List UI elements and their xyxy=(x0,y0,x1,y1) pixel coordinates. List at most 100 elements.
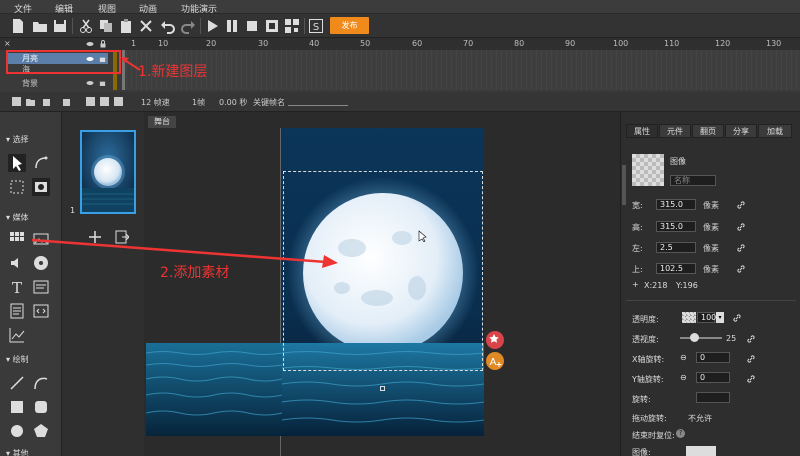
undo-icon[interactable] xyxy=(160,18,176,34)
ruler-tick: 120 xyxy=(715,39,731,48)
drag-rotation-value[interactable]: 不允许 xyxy=(688,413,712,424)
rounded-rect-tool-icon[interactable] xyxy=(32,398,50,416)
link-icon[interactable] xyxy=(736,222,746,232)
visibility-icon[interactable] xyxy=(86,80,94,86)
link-icon[interactable] xyxy=(732,313,742,323)
rectangle-tool-icon[interactable] xyxy=(8,398,26,416)
copy-icon[interactable] xyxy=(98,18,114,34)
text-plus-icon: A xyxy=(490,357,502,368)
opacity-dropdown-chevron[interactable]: ▾ xyxy=(716,312,724,323)
lock-icon[interactable] xyxy=(99,79,106,86)
frame-label: 1帧 xyxy=(192,98,206,107)
ruler-tick: 90 xyxy=(565,39,576,48)
tab-share[interactable]: 分享 xyxy=(725,124,757,138)
image-edit-button[interactable] xyxy=(686,446,716,456)
ruler-tick: 50 xyxy=(360,39,371,48)
code-tool-icon[interactable] xyxy=(32,302,50,320)
ruler-tick: 130 xyxy=(766,39,782,48)
note-tool-icon[interactable] xyxy=(8,302,26,320)
help-icon[interactable]: ? xyxy=(676,429,685,438)
image-label: 图像: xyxy=(632,448,651,456)
link-icon[interactable] xyxy=(746,354,756,364)
play-icon[interactable] xyxy=(204,18,220,34)
open-folder-icon[interactable] xyxy=(32,18,48,34)
selection-box[interactable] xyxy=(283,171,483,371)
link-icon[interactable] xyxy=(746,334,756,344)
stop-icon[interactable] xyxy=(244,18,260,34)
scrollbar-thumb[interactable] xyxy=(622,165,626,205)
link-icon[interactable] xyxy=(736,264,746,274)
audio-tool-icon[interactable] xyxy=(8,254,26,272)
line-tool-icon[interactable] xyxy=(8,374,26,392)
pause-icon[interactable] xyxy=(224,18,240,34)
tab-properties[interactable]: 属性 xyxy=(626,124,658,138)
new-file-icon[interactable] xyxy=(10,18,26,34)
opacity-input[interactable]: 100 xyxy=(697,312,716,323)
lock-icon[interactable] xyxy=(99,40,107,48)
page-thumbnail[interactable] xyxy=(80,130,136,214)
grid-tool-icon[interactable] xyxy=(8,230,26,248)
tab-symbols[interactable]: 元件 xyxy=(659,124,691,138)
timeline-statusbar: 12 帧速 1帧 0.00 秒 关键帧名 xyxy=(0,92,800,112)
subselect-tool-icon[interactable] xyxy=(32,154,50,172)
pointer-tool-icon[interactable] xyxy=(8,154,26,172)
ruler-tick: 60 xyxy=(412,39,423,48)
crop-tool-icon[interactable] xyxy=(32,178,50,196)
delete-layer-icon[interactable] xyxy=(62,97,71,106)
add-effect-button[interactable] xyxy=(486,331,504,349)
timeline-ruler[interactable]: 1 10 20 30 40 50 60 70 80 90 100 110 120… xyxy=(122,38,800,50)
rotation-input[interactable] xyxy=(696,392,730,403)
visibility-icon[interactable] xyxy=(86,40,94,48)
top-input[interactable]: 102.5 xyxy=(656,263,696,274)
ellipse-tool-icon[interactable] xyxy=(8,422,26,440)
coord-x-readout: X:218 xyxy=(644,281,668,290)
delete-icon[interactable] xyxy=(138,18,154,34)
link-icon[interactable] xyxy=(746,374,756,384)
y-rotation-input[interactable]: 0 xyxy=(696,372,730,383)
tab-loading[interactable]: 加载 xyxy=(758,124,792,138)
redo-icon[interactable] xyxy=(180,18,196,34)
sea-image-offstage[interactable] xyxy=(146,343,282,436)
width-input[interactable]: 315.0 xyxy=(656,199,696,210)
toolbar: S 发布 xyxy=(0,14,800,38)
timeline-frames[interactable] xyxy=(122,50,800,90)
tab-pageflip[interactable]: 翻页 xyxy=(692,124,724,138)
folder-layer-icon[interactable] xyxy=(26,97,35,106)
curve-tool-icon[interactable] xyxy=(32,374,50,392)
keyframe-icon[interactable] xyxy=(100,97,109,106)
trash-icon[interactable] xyxy=(42,97,51,106)
svg-text:A: A xyxy=(490,357,497,368)
film-icon[interactable] xyxy=(264,18,280,34)
polygon-tool-icon[interactable] xyxy=(32,422,50,440)
keyframe-name-input[interactable] xyxy=(288,105,348,106)
chart-tool-icon[interactable] xyxy=(8,326,26,344)
height-input[interactable]: 315.0 xyxy=(656,221,696,232)
transform-tool-icon[interactable] xyxy=(8,178,26,196)
preview-icon[interactable]: S xyxy=(308,18,324,34)
paste-icon[interactable] xyxy=(118,18,134,34)
link-icon[interactable] xyxy=(736,243,746,253)
add-action-button[interactable]: A xyxy=(486,352,504,370)
text-tool-icon[interactable]: T xyxy=(8,278,26,296)
frame-icon[interactable] xyxy=(86,97,95,106)
blank-keyframe-icon[interactable] xyxy=(114,97,123,106)
depth-slider-thumb[interactable] xyxy=(690,333,699,342)
keyframe-name-label: 关键帧名 xyxy=(253,98,285,107)
x-rotation-input[interactable]: 0 xyxy=(696,352,730,363)
depth-slider-track[interactable] xyxy=(680,337,722,339)
textbox-tool-icon[interactable] xyxy=(32,278,50,296)
ruler-tick: 40 xyxy=(309,39,320,48)
fps-label: 12 帧速 xyxy=(141,98,170,107)
left-input[interactable]: 2.5 xyxy=(656,242,696,253)
transform-handle[interactable] xyxy=(380,386,385,391)
link-icon[interactable] xyxy=(736,200,746,210)
save-icon[interactable] xyxy=(52,18,68,34)
publish-button[interactable]: 发布 xyxy=(330,17,369,34)
cut-icon[interactable] xyxy=(78,18,94,34)
tab-stage[interactable]: 舞台 xyxy=(148,116,176,128)
x-rotation-label: X轴旋转: xyxy=(632,355,665,364)
qrcode-icon[interactable] xyxy=(284,18,300,34)
close-layer-icon[interactable]: × xyxy=(4,39,11,48)
add-layer-icon[interactable] xyxy=(12,97,21,106)
element-name-input[interactable]: 名称 xyxy=(670,175,716,186)
